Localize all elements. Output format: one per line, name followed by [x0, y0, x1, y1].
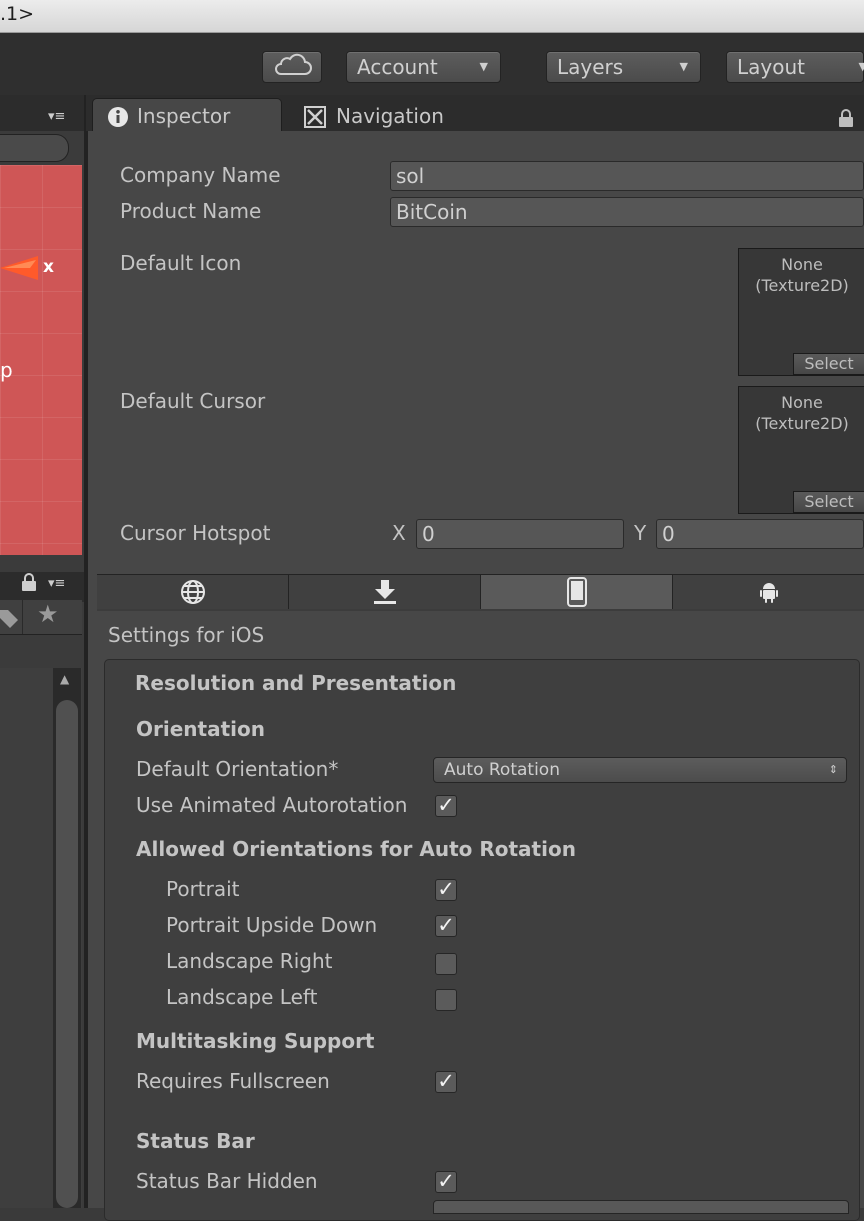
cloud-button[interactable]	[262, 51, 322, 83]
status-bar-hidden-checkbox[interactable]: ✓	[435, 1171, 457, 1193]
landscape-right-label: Landscape Right	[166, 949, 333, 973]
download-icon	[373, 580, 396, 604]
portrait-checkbox[interactable]: ✓	[435, 879, 457, 901]
lock-icon[interactable]	[838, 109, 854, 127]
portrait-upside-down-checkbox[interactable]: ✓	[435, 915, 457, 937]
requires-fullscreen-checkbox[interactable]: ✓	[435, 1071, 457, 1093]
project-header: ▾≡	[0, 572, 84, 602]
landscape-right-checkbox[interactable]	[435, 953, 457, 975]
object-field-type: (Texture2D)	[755, 414, 849, 433]
portrait-upside-down-label: Portrait Upside Down	[166, 913, 378, 937]
company-name-field[interactable]: sol	[390, 161, 864, 191]
scene-edge-text: p	[0, 358, 13, 382]
default-cursor-object-field[interactable]: None (Texture2D) Select	[738, 386, 864, 514]
tab-platform-ios[interactable]	[481, 575, 673, 609]
account-label: Account	[357, 55, 438, 79]
section-title[interactable]: Resolution and Presentation	[135, 671, 456, 695]
use-animated-autorotation-checkbox[interactable]: ✓	[435, 795, 457, 817]
tab-platform-standalone[interactable]	[97, 575, 289, 609]
requires-fullscreen-label: Requires Fullscreen	[136, 1069, 330, 1093]
checkmark-icon: ✓	[437, 913, 455, 937]
multitasking-support-header: Multitasking Support	[136, 1029, 375, 1053]
android-icon	[759, 583, 778, 603]
landscape-left-label: Landscape Left	[166, 985, 318, 1009]
checkmark-icon: ✓	[437, 793, 455, 817]
panel-menu-icon[interactable]: ▾≡	[48, 109, 65, 124]
tab-platform-download[interactable]	[289, 575, 481, 609]
account-dropdown[interactable]: Account ▼	[346, 51, 501, 83]
settings-for-ios-label: Settings for iOS	[108, 623, 265, 647]
tab-navigation-label: Navigation	[336, 104, 444, 128]
dropdown-arrow-icon: ▼	[858, 60, 864, 73]
checkmark-icon: ✓	[437, 877, 455, 901]
layout-label: Layout	[737, 55, 805, 79]
checkmark-icon: ✓	[437, 1069, 455, 1093]
tab-navigation[interactable]: Navigation	[300, 99, 480, 133]
dropdown-arrow-icon: ▼	[679, 60, 688, 73]
hierarchy-search-input[interactable]	[0, 134, 69, 162]
object-field-none: None	[781, 393, 823, 412]
hierarchy-header: ▾≡	[0, 95, 84, 131]
hotspot-y-field[interactable]: 0	[656, 519, 864, 549]
scene-gizmo-x-label: x	[43, 257, 54, 277]
select-button[interactable]: Select	[793, 353, 864, 375]
default-icon-object-field[interactable]: None (Texture2D) Select	[738, 248, 864, 376]
orientation-header: Orientation	[136, 717, 265, 741]
allowed-orientations-header: Allowed Orientations for Auto Rotation	[136, 837, 576, 861]
status-bar-style-popup[interactable]	[433, 1200, 849, 1214]
scroll-up-icon[interactable]: ▲	[60, 672, 69, 686]
layers-label: Layers	[557, 55, 624, 79]
globe-icon	[180, 580, 205, 604]
hotspot-y-label: Y	[634, 521, 647, 545]
project-toolbar: ★	[0, 600, 82, 635]
default-orientation-value: Auto Rotation	[444, 760, 560, 780]
use-animated-autorotation-label: Use Animated Autorotation	[136, 793, 408, 817]
object-field-none: None	[781, 255, 823, 274]
portrait-label: Portrait	[166, 877, 240, 901]
product-name-label: Product Name	[120, 199, 262, 223]
info-icon	[108, 107, 128, 127]
tab-inspector[interactable]: Inspector	[92, 98, 282, 132]
default-orientation-popup[interactable]: Auto Rotation ⇕	[433, 757, 847, 783]
favorites-star-icon[interactable]: ★	[37, 600, 59, 628]
scene-view[interactable]: x p	[0, 165, 82, 555]
cursor-hotspot-label: Cursor Hotspot	[120, 521, 271, 545]
select-button[interactable]: Select	[793, 491, 864, 513]
status-bar-hidden-label: Status Bar Hidden	[136, 1169, 318, 1193]
dropdown-arrow-icon: ▼	[479, 60, 488, 73]
window-title-bar: .1>	[0, 0, 864, 33]
cloud-icon	[275, 53, 312, 75]
company-name-label: Company Name	[120, 163, 281, 187]
updown-arrow-icon: ⇕	[828, 763, 838, 776]
layers-dropdown[interactable]: Layers ▼	[546, 51, 701, 83]
product-name-field[interactable]: BitCoin	[390, 197, 864, 227]
hotspot-x-field[interactable]: 0	[416, 519, 624, 549]
window-title: .1>	[0, 3, 35, 25]
tab-inspector-label: Inspector	[137, 104, 231, 128]
default-icon-label: Default Icon	[120, 251, 242, 275]
scrollbar-thumb[interactable]	[56, 700, 78, 1208]
lock-icon[interactable]	[20, 572, 38, 592]
mobile-phone-icon	[566, 577, 587, 607]
tab-platform-android[interactable]	[673, 575, 864, 609]
panel-menu-icon[interactable]: ▾≡	[48, 576, 65, 591]
default-orientation-label: Default Orientation*	[136, 757, 339, 781]
tag-icon[interactable]	[0, 606, 20, 628]
status-bar-header: Status Bar	[136, 1129, 255, 1153]
navigation-icon	[304, 106, 326, 128]
landscape-left-checkbox[interactable]	[435, 989, 457, 1011]
object-field-type: (Texture2D)	[755, 276, 849, 295]
hotspot-x-label: X	[392, 521, 406, 545]
layout-dropdown[interactable]: Layout ▼	[726, 51, 864, 83]
checkmark-icon: ✓	[437, 1169, 455, 1193]
default-cursor-label: Default Cursor	[120, 389, 266, 413]
